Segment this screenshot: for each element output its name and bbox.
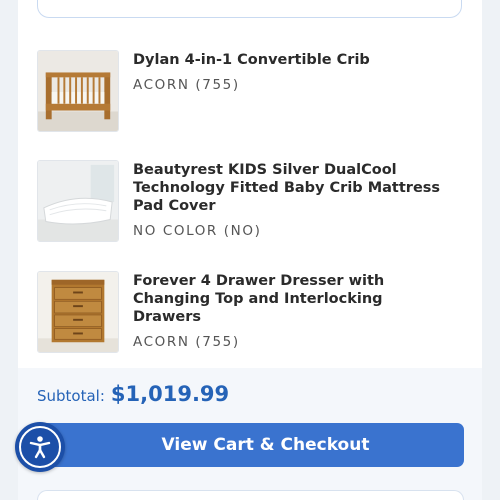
checkout-button-label: View Cart & Checkout	[161, 435, 370, 455]
cart-item-name[interactable]: Dylan 4-in-1 Convertible Crib	[133, 51, 453, 69]
cart-item-variant: ACORN (755)	[133, 77, 240, 93]
cart-item[interactable]: Forever 4 Drawer Dresser with Changing T…	[37, 271, 457, 353]
cart-item-variant: NO COLOR (NO)	[133, 223, 262, 239]
next-panel-edge	[37, 490, 464, 500]
accessibility-button[interactable]	[15, 422, 65, 472]
cart-item-name[interactable]: Forever 4 Drawer Dresser with Changing T…	[133, 272, 453, 326]
dresser-image[interactable]	[37, 271, 119, 353]
mattress-pad-image[interactable]	[37, 160, 119, 242]
subtotal: Subtotal: $1,019.99	[37, 382, 229, 412]
accessibility-icon	[19, 426, 61, 468]
cart-summary-card	[37, 0, 462, 18]
cart-item[interactable]: Dylan 4-in-1 Convertible Crib ACORN (755…	[37, 50, 457, 132]
subtotal-value: $1,019.99	[110, 382, 230, 406]
subtotal-label: Subtotal:	[37, 387, 105, 405]
view-cart-checkout-button[interactable]: View Cart & Checkout	[37, 423, 464, 467]
crib-image[interactable]	[37, 50, 119, 132]
cart-item-name[interactable]: Beautyrest KIDS Silver DualCool Technolo…	[133, 161, 453, 215]
cart-item-variant: ACORN (755)	[133, 334, 240, 350]
cart-item[interactable]: Beautyrest KIDS Silver DualCool Technolo…	[37, 160, 457, 242]
